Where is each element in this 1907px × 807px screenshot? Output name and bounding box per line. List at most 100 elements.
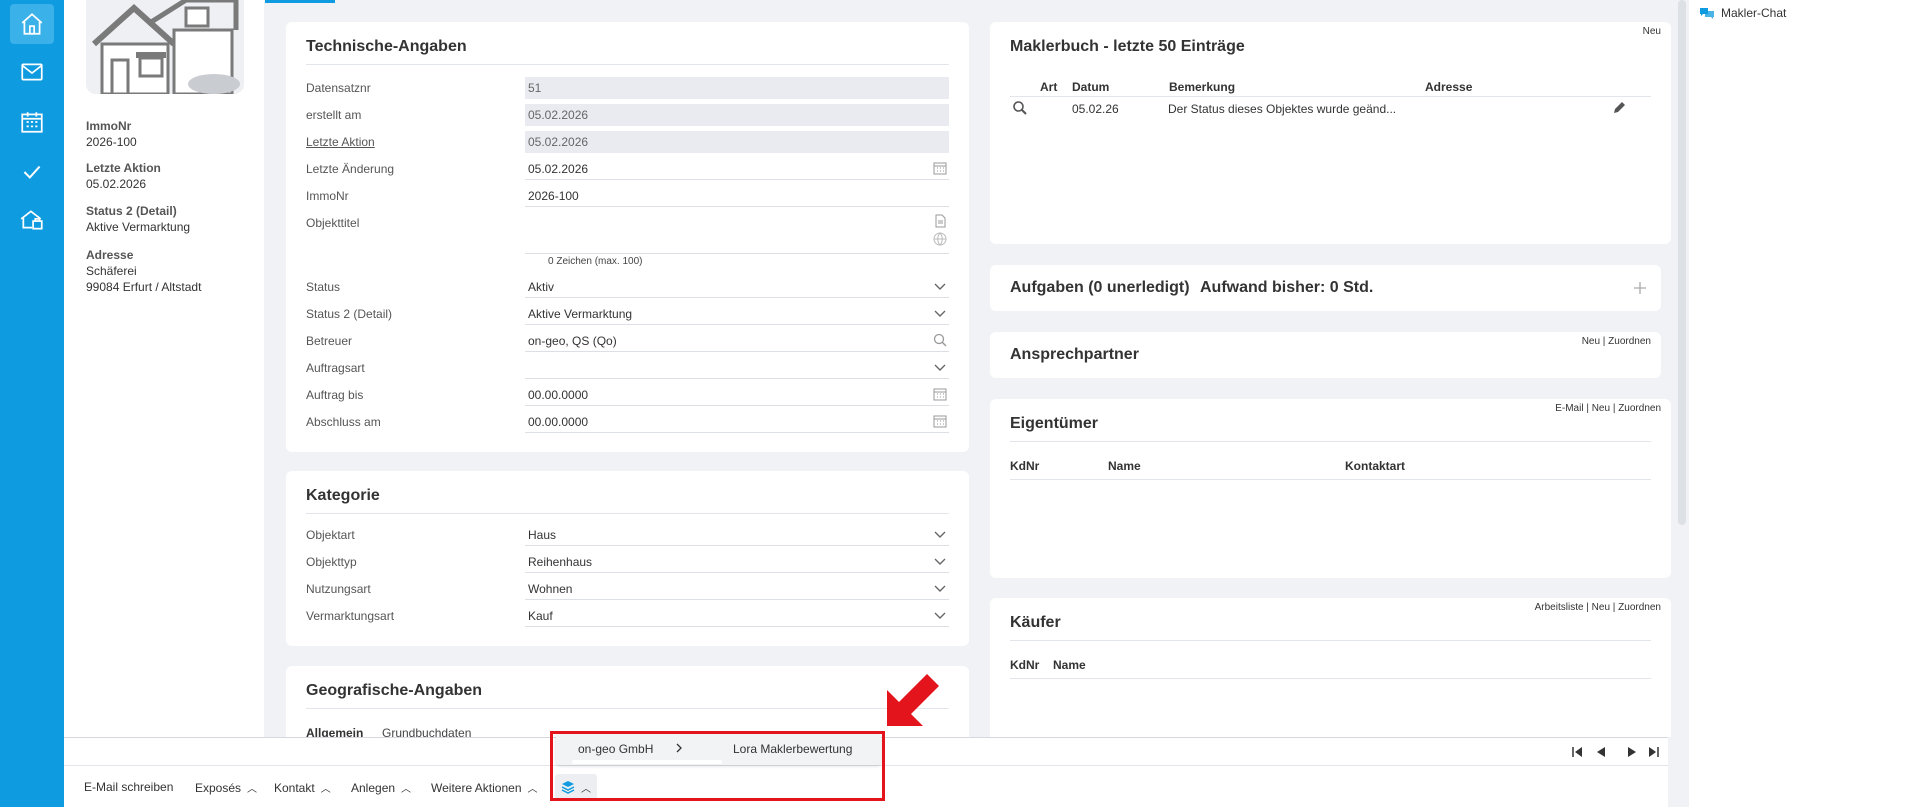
pencil-icon[interactable] (1611, 100, 1627, 116)
chevron-down-icon[interactable] (933, 360, 947, 374)
letzte-aenderung-input[interactable]: 05.02.2026 (525, 158, 949, 180)
row-datum: 05.02.26 (1072, 102, 1119, 116)
col-header-kontaktart: Kontaktart (1345, 459, 1406, 473)
abschluss-am-input[interactable]: 00.00.0000 (525, 411, 949, 433)
calendar-icon[interactable] (10, 102, 54, 142)
divider (306, 64, 949, 65)
col-header-datum: Datum (1072, 80, 1110, 94)
card-title: Technische-Angaben (306, 38, 467, 55)
chevron-up-icon: ︿ (527, 784, 538, 795)
col-header-name: Name (1053, 658, 1086, 672)
home-icon[interactable] (10, 4, 54, 44)
weitere-aktionen-button[interactable]: Weitere Aktionen ︿ (431, 780, 538, 795)
card-title: Käufer (1010, 614, 1061, 631)
letzte-aktion-link[interactable]: Letzte Aktion (306, 135, 375, 149)
field-objektart: Objektart Haus (306, 524, 949, 546)
last-page-icon[interactable] (1648, 746, 1660, 758)
aufwand-text: Aufwand bisher: 0 Std. (1200, 279, 1374, 296)
exposes-label: Exposés (195, 781, 242, 795)
field-label: Objekttitel (306, 216, 360, 230)
highlight-box (550, 731, 885, 801)
adresse-line1: Schäferei (86, 264, 137, 278)
geografische-angaben-card: Geografische-Angaben Allgemein Grundbuch… (286, 666, 969, 740)
chat-icon (1700, 8, 1714, 19)
nutzungsart-select[interactable]: Wohnen (525, 578, 949, 600)
chevron-down-icon[interactable] (933, 554, 947, 568)
field-auftragsart: Auftragsart (306, 357, 949, 379)
field-label: Betreuer (306, 334, 353, 348)
objekttitel-textarea[interactable] (525, 212, 949, 254)
divider (1010, 479, 1651, 480)
exposes-button[interactable]: Exposés ︿ (195, 780, 257, 795)
chevron-down-icon[interactable] (933, 306, 947, 320)
field-erstellt-am: erstellt am 05.02.2026 (306, 104, 949, 126)
search-icon[interactable] (933, 333, 947, 347)
mail-icon[interactable] (10, 52, 54, 92)
field-letzte-aktion: Letzte Aktion 05.02.2026 (306, 131, 949, 153)
status2-select[interactable]: Aktive Vermarktung (525, 303, 949, 325)
vermarktungsart-select[interactable]: Kauf (525, 605, 949, 627)
first-page-icon[interactable] (1571, 746, 1583, 758)
ansprech-links[interactable]: Neu | Zuordnen (1582, 336, 1651, 347)
left-navigation (0, 0, 64, 807)
divider (1010, 678, 1651, 679)
property-icon[interactable] (10, 200, 54, 240)
chevron-down-icon[interactable] (933, 581, 947, 595)
neu-link[interactable]: Neu (1643, 26, 1661, 37)
status2-label: Status 2 (Detail) (86, 204, 177, 218)
kontakt-button[interactable]: Kontakt ︿ (274, 780, 331, 795)
field-label: Auftragsart (306, 361, 365, 375)
adresse-label: Adresse (86, 248, 134, 262)
field-label: Auftrag bis (306, 388, 364, 402)
immonr-value: 2026-100 (86, 135, 137, 149)
calendar-icon[interactable] (933, 387, 947, 401)
letzte-aktion-value: 05.02.2026 (86, 177, 147, 191)
betreuer-input[interactable]: on-geo, QS (Qo) (525, 330, 949, 352)
makler-chat-link[interactable]: Makler-Chat (1699, 6, 1786, 20)
adresse-line2: 99084 Erfurt / Altstadt (86, 280, 202, 294)
col-header-kdnr: KdNr (1010, 459, 1040, 473)
eigentuemer-links[interactable]: E-Mail | Neu | Zuordnen (1555, 403, 1661, 414)
col-header-name: Name (1108, 459, 1141, 473)
search-icon[interactable] (1012, 100, 1028, 116)
eigentuemer-card: Eigentümer E-Mail | Neu | Zuordnen KdNr … (990, 399, 1671, 578)
email-schreiben-button[interactable]: E-Mail schreiben (84, 780, 173, 794)
objektart-select[interactable]: Haus (525, 524, 949, 546)
char-counter: 0 Zeichen (max. 100) (548, 256, 643, 267)
document-icon[interactable] (933, 214, 947, 228)
field-label: Nutzungsart (306, 582, 371, 596)
divider (306, 708, 949, 709)
field-label: Abschluss am (306, 415, 381, 429)
field-immonr: ImmoNr 2026-100 (306, 185, 949, 207)
chevron-down-icon[interactable] (933, 527, 947, 541)
chat-column: Makler-Chat (1689, 0, 1907, 807)
objekttyp-select[interactable]: Reihenhaus (525, 551, 949, 573)
field-label: Status (306, 280, 341, 294)
anlegen-button[interactable]: Anlegen ︿ (351, 780, 411, 795)
field-auftrag-bis: Auftrag bis 00.00.0000 (306, 384, 949, 406)
anlegen-label: Anlegen (351, 781, 396, 795)
scrollbar[interactable] (1678, 0, 1686, 525)
active-tab-indicator (265, 0, 335, 3)
card-title: Kategorie (306, 487, 380, 504)
previous-page-icon[interactable] (1595, 746, 1607, 758)
plus-icon[interactable] (1633, 281, 1647, 295)
field-betreuer: Betreuer on-geo, QS (Qo) (306, 330, 949, 352)
calendar-icon[interactable] (933, 414, 947, 428)
chevron-down-icon[interactable] (933, 608, 947, 622)
weitere-aktionen-label: Weitere Aktionen (431, 781, 522, 795)
auftrag-bis-input[interactable]: 00.00.0000 (525, 384, 949, 406)
immonr-input[interactable]: 2026-100 (525, 185, 949, 207)
next-page-icon[interactable] (1626, 746, 1638, 758)
field-label: Datensatznr (306, 81, 371, 95)
field-label: Letzte Änderung (306, 162, 395, 176)
globe-icon[interactable] (933, 232, 947, 246)
auftragsart-select[interactable] (525, 357, 949, 379)
status-select[interactable]: Aktiv (525, 276, 949, 298)
chevron-down-icon[interactable] (933, 279, 947, 293)
card-title: Geografische-Angaben (306, 682, 483, 699)
checkmark-icon[interactable] (10, 152, 54, 192)
ansprechpartner-card: Ansprechpartner Neu | Zuordnen (990, 332, 1661, 378)
calendar-icon[interactable] (933, 161, 947, 175)
kaeufer-links[interactable]: Arbeitsliste | Neu | Zuordnen (1535, 602, 1661, 613)
